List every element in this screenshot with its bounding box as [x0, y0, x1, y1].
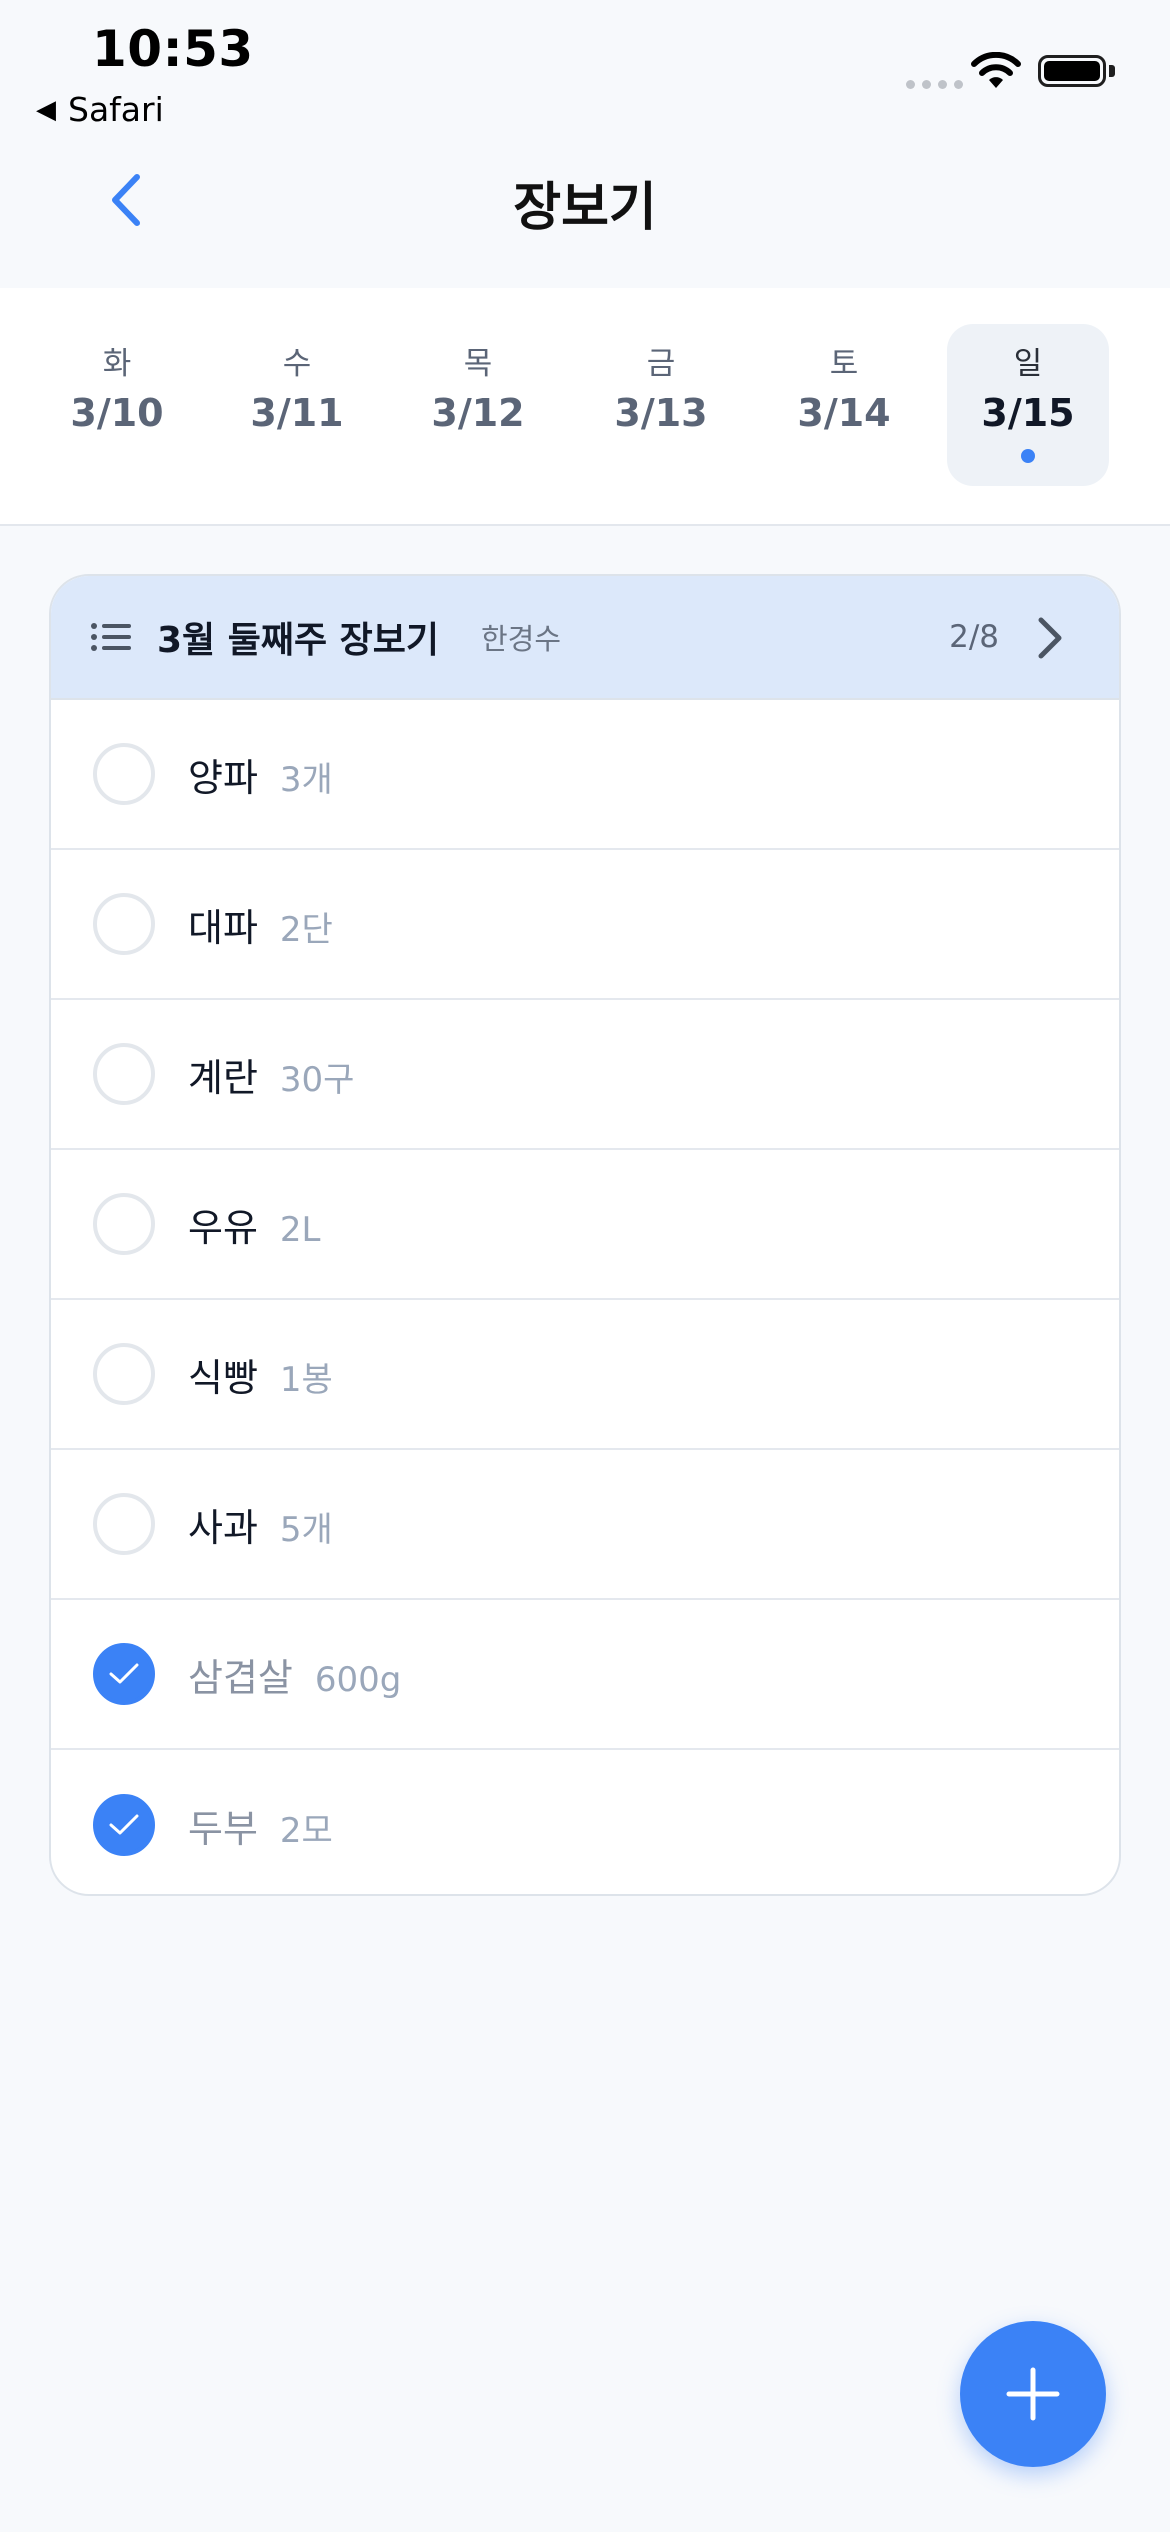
day-date: 3/11 — [250, 391, 344, 435]
list-item-checked[interactable]: 두부 2모 — [51, 1750, 1119, 1894]
battery-icon — [1038, 55, 1106, 87]
plus-icon — [1006, 2367, 1060, 2421]
day-date: 3/10 — [70, 391, 164, 435]
list-item[interactable]: 우유 2L — [51, 1150, 1119, 1300]
list-item[interactable]: 식빵 1봉 — [51, 1300, 1119, 1450]
item-quantity: 1봉 — [279, 1359, 333, 1400]
list-header[interactable]: 3월 둘째주 장보기 한경수 2/8 — [51, 576, 1119, 700]
selected-day-dot — [1021, 449, 1035, 463]
list-progress-count: 2/8 — [949, 619, 999, 655]
item-name: 양파 — [188, 755, 258, 800]
day-tab[interactable]: 목 3/12 — [397, 324, 559, 486]
list-item-checked[interactable]: 삼겹살 600g — [51, 1600, 1119, 1750]
day-selector: 화 3/10 수 3/11 목 3/12 금 3/13 토 3/14 일 3/1… — [0, 288, 1170, 526]
item-quantity: 600g — [314, 1659, 402, 1700]
day-date: 3/15 — [981, 391, 1075, 435]
checkmark-icon — [109, 1814, 139, 1835]
add-item-button[interactable] — [960, 2321, 1106, 2467]
status-time: 10:53 — [92, 20, 254, 78]
list-item[interactable]: 사과 5개 — [51, 1450, 1119, 1600]
day-of-week: 수 — [282, 346, 312, 382]
item-name: 우유 — [188, 1205, 258, 1250]
checkbox[interactable] — [93, 893, 155, 955]
item-name: 식빵 — [188, 1355, 258, 1400]
day-of-week: 토 — [829, 346, 859, 382]
item-quantity: 2L — [279, 1209, 321, 1250]
chevron-right-icon[interactable] — [1035, 616, 1065, 660]
day-tab-selected[interactable]: 일 3/15 — [947, 324, 1109, 486]
day-tab[interactable]: 토 3/14 — [763, 324, 925, 486]
list-item[interactable]: 대파 2단 — [51, 850, 1119, 1000]
day-date: 3/13 — [614, 391, 708, 435]
day-of-week: 일 — [1013, 346, 1043, 382]
back-app-label: Safari — [68, 90, 164, 129]
list-title: 3월 둘째주 장보기 — [157, 620, 439, 661]
page-title: 장보기 — [513, 178, 657, 238]
wifi-icon — [971, 52, 1021, 88]
list-item[interactable]: 계란 30구 — [51, 1000, 1119, 1150]
item-quantity: 2모 — [279, 1810, 333, 1851]
chevron-left-icon — [112, 174, 140, 226]
day-of-week: 목 — [463, 346, 493, 382]
checkbox[interactable] — [93, 1043, 155, 1105]
list-item[interactable]: 양파 3개 — [51, 700, 1119, 850]
day-tab[interactable]: 금 3/13 — [580, 324, 742, 486]
item-name: 두부 — [188, 1806, 258, 1851]
checkmark-icon — [109, 1663, 139, 1684]
checkbox-checked[interactable] — [93, 1794, 155, 1856]
day-of-week: 금 — [646, 346, 676, 382]
back-button[interactable] — [96, 165, 156, 235]
back-to-app-button[interactable]: ◀ Safari — [36, 90, 164, 129]
day-date: 3/12 — [431, 391, 525, 435]
item-name: 대파 — [188, 905, 258, 950]
day-tab[interactable]: 수 3/11 — [216, 324, 378, 486]
item-name: 사과 — [188, 1505, 258, 1550]
item-quantity: 30구 — [279, 1059, 355, 1100]
day-date: 3/14 — [797, 391, 891, 435]
checkbox-checked[interactable] — [93, 1643, 155, 1705]
list-owner: 한경수 — [480, 622, 562, 656]
checkbox[interactable] — [93, 1493, 155, 1555]
day-tab[interactable]: 화 3/10 — [36, 324, 198, 486]
checkbox[interactable] — [93, 1343, 155, 1405]
back-triangle-icon: ◀ — [36, 94, 56, 125]
item-quantity: 5개 — [279, 1509, 333, 1550]
cellular-signal-icon — [906, 80, 963, 89]
item-quantity: 2단 — [279, 909, 333, 950]
battery-tip — [1109, 65, 1115, 77]
checkbox[interactable] — [93, 743, 155, 805]
shopping-list-card: 3월 둘째주 장보기 한경수 2/8 양파 3개 대파 2단 계란 30구 우유 2L … — [49, 574, 1121, 1896]
checkbox[interactable] — [93, 1193, 155, 1255]
item-quantity: 3개 — [279, 759, 333, 800]
item-name: 계란 — [188, 1055, 258, 1100]
item-name: 삼겹살 — [188, 1655, 293, 1700]
day-of-week: 화 — [102, 346, 132, 382]
list-icon — [91, 623, 131, 651]
